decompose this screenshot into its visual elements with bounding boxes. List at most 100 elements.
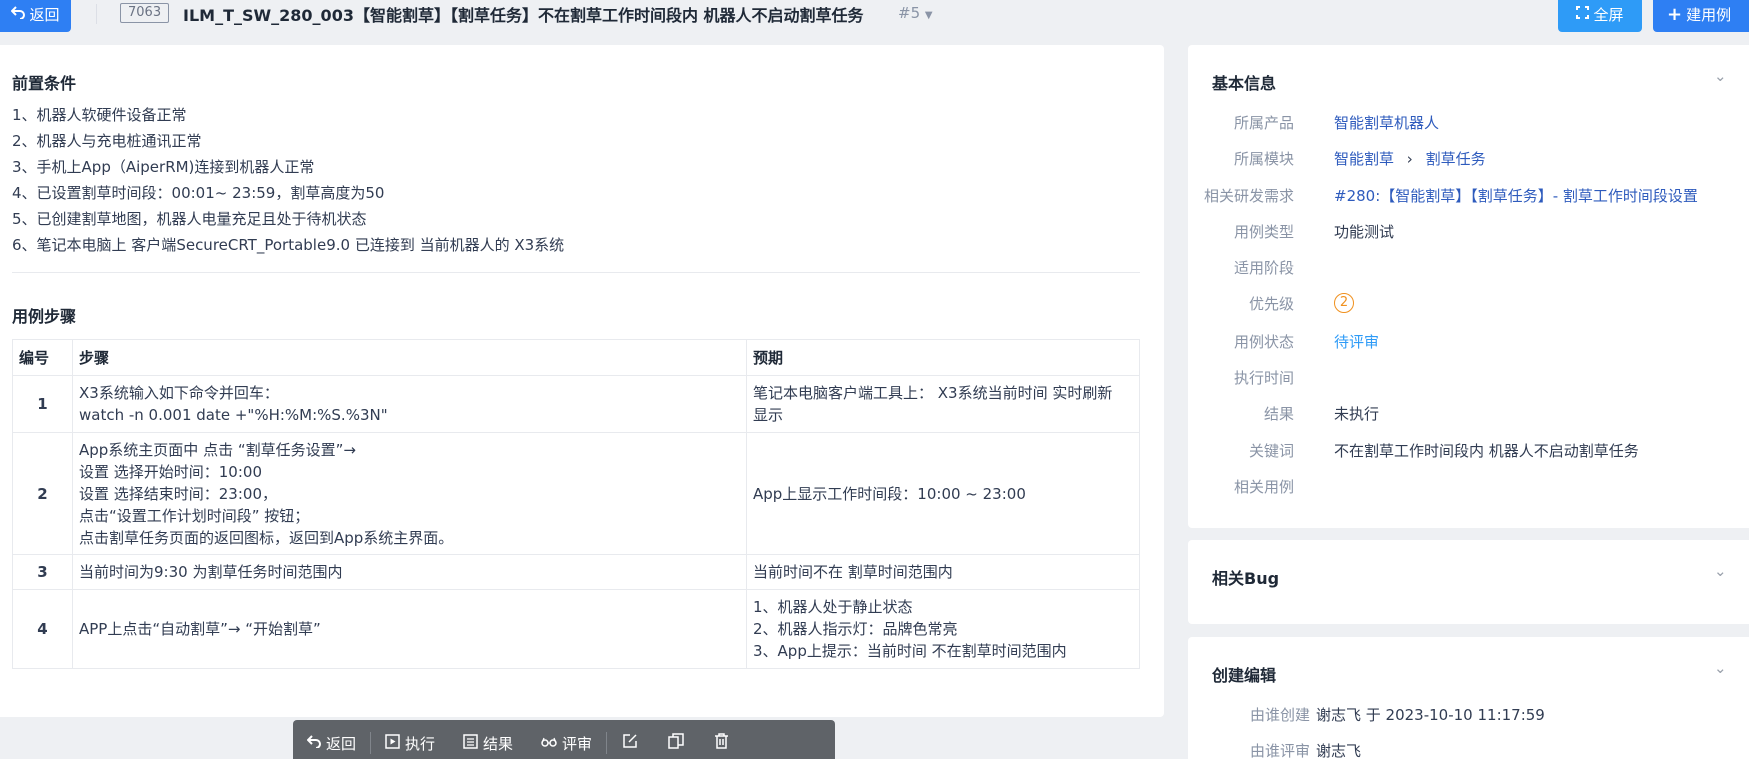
expect-line: 当前时间不在 割草时间范围内	[753, 563, 953, 581]
product-label: 所属产品	[1233, 114, 1294, 132]
created-by-label: 由谁创建	[1249, 706, 1310, 724]
col-header-num: 编号	[12, 339, 73, 376]
step-cell: App系统主页面中 点击 “割草任务设置”→ 设置 选择开始时间：10:00 设…	[72, 432, 747, 555]
module-label: 所属模块	[1233, 150, 1294, 168]
fullscreen-icon	[1576, 5, 1590, 23]
step-cell: X3系统输入如下命令并回车： watch -n 0.001 date +"%H:…	[72, 375, 747, 433]
steps-table: 编号 步骤 预期 1 X3系统输入如下命令并回车： watch -n 0.001…	[12, 339, 1140, 669]
keywords-value: 不在割草工作时间段内 机器人不启动割草任务	[1334, 442, 1639, 460]
back-arrow-icon	[11, 5, 26, 23]
new-case-button[interactable]: + 建用例	[1653, 0, 1749, 32]
main-panel: 前置条件 1、机器人软硬件设备正常 2、机器人与充电桩通讯正常 3、手机上App…	[0, 45, 1164, 717]
precondition-list: 1、机器人软硬件设备正常 2、机器人与充电桩通讯正常 3、手机上App（Aipe…	[12, 102, 564, 258]
execute-label: 执行	[405, 734, 436, 753]
list-icon	[463, 733, 478, 753]
precondition-item: 2、机器人与充电桩通讯正常	[12, 132, 202, 150]
step-num: 3	[12, 554, 73, 590]
delete-button[interactable]	[699, 720, 744, 759]
bottom-back-button[interactable]: 返回	[293, 720, 370, 759]
execute-button[interactable]: 执行	[371, 720, 449, 759]
expect-cell: 当前时间不在 割草时间范围内	[746, 554, 1140, 590]
step-cell: APP上点击“自动割草”→ “开始割草”	[72, 589, 747, 669]
priority-badge: 2	[1334, 292, 1354, 313]
caret-down-icon: ▼	[924, 10, 933, 21]
table-row: 2 App系统主页面中 点击 “割草任务设置”→ 设置 选择开始时间：10:00…	[12, 432, 1140, 555]
related-bug-title: 相关Bug	[1212, 569, 1280, 588]
step-line: watch -n 0.001 date +"%H:%M:%S.%3N"	[79, 406, 388, 424]
story-label: 相关研发需求	[1203, 187, 1294, 205]
edit-button[interactable]	[607, 720, 653, 759]
create-edit-card: 创建编辑 ⌄ 由谁创建 谢志飞 于 2023-10-10 11:17:59 由谁…	[1188, 637, 1749, 759]
create-edit-title: 创建编辑	[1212, 666, 1277, 685]
copy-button[interactable]	[653, 720, 699, 759]
table-row: 3 当前时间为9:30 为割草任务时间范围内 当前时间不在 割草时间范围内	[12, 554, 1140, 590]
divider	[96, 4, 97, 24]
reviewed-by-label: 由谁评审	[1249, 742, 1310, 759]
precondition-item: 1、机器人软硬件设备正常	[12, 106, 187, 124]
status-label: 用例状态	[1233, 333, 1294, 351]
step-num: 2	[12, 432, 73, 555]
type-value: 功能测试	[1334, 223, 1395, 241]
module-link[interactable]: 智能割草	[1334, 150, 1394, 168]
step-line: App系统主页面中 点击 “割草任务设置”→	[79, 440, 356, 459]
step-line: 设置 选择开始时间：10:00	[79, 462, 262, 481]
related-cases-label: 相关用例	[1233, 478, 1294, 496]
page-title: ILM_T_SW_280_003【智能割草】【割草任务】不在割草工作时间段内 机…	[183, 6, 864, 25]
reviewed-by-value: 谢志飞	[1316, 742, 1362, 759]
keywords-label: 关键词	[1248, 442, 1294, 460]
precondition-item: 4、已设置割草时间段：00:01~ 23:59，割草高度为50	[12, 184, 385, 202]
step-num: 4	[12, 589, 73, 669]
plus-icon: +	[1667, 3, 1683, 25]
col-header-expect: 预期	[746, 339, 1140, 376]
result-label: 结果	[483, 734, 514, 753]
col-header-step: 步骤	[72, 339, 747, 376]
edit-icon	[622, 733, 638, 753]
back-arrow-icon	[306, 734, 321, 752]
story-link[interactable]: #280:【智能割草】【割草任务】- 割草工作时间段设置	[1334, 185, 1698, 206]
table-row: 1 X3系统输入如下命令并回车： watch -n 0.001 date +"%…	[12, 375, 1140, 433]
expect-cell: 笔记本电脑客户端工具上： X3系统当前时间 实时刷新 显示	[746, 375, 1140, 433]
step-line: 点击割草任务页面的返回图标，返回到App系统主界面。	[79, 528, 454, 547]
review-button[interactable]: 评审	[527, 720, 606, 759]
chevron-down-icon[interactable]: ⌄	[1714, 67, 1727, 85]
submodule-link[interactable]: 割草任务	[1426, 150, 1486, 168]
case-id-badge: 7063	[120, 3, 170, 23]
new-case-label: 建用例	[1686, 5, 1732, 24]
basic-info-title: 基本信息	[1212, 74, 1277, 93]
result-label: 结果	[1263, 405, 1294, 423]
priority-value: 2	[1334, 292, 1354, 313]
priority-label: 优先级	[1248, 295, 1294, 313]
chevron-down-icon[interactable]: ⌄	[1714, 562, 1727, 580]
bottom-back-label: 返回	[326, 734, 357, 753]
module-path: 智能割草 › 割草任务	[1334, 148, 1486, 169]
result-button[interactable]: 结果	[449, 720, 527, 759]
fullscreen-button[interactable]: 全屏	[1558, 0, 1642, 32]
copy-icon	[668, 733, 684, 753]
top-bar: 返回 7063 ILM_T_SW_280_003【智能割草】【割草任务】不在割草…	[0, 0, 1749, 36]
expect-line: 2、机器人指示灯：品牌色常亮	[753, 620, 958, 638]
steps-title: 用例步骤	[12, 307, 77, 326]
precondition-item: 6、笔记本电脑上 客户端SecureCRT_Portable9.0 已连接到 当…	[12, 236, 565, 254]
result-value: 未执行	[1334, 405, 1380, 423]
fullscreen-label: 全屏	[1593, 5, 1624, 24]
action-bar: 返回 执行 结果 评审	[293, 720, 835, 759]
stage-label: 适用阶段	[1233, 259, 1294, 277]
table-header-row: 编号 步骤 预期	[12, 339, 1140, 376]
basic-info-card: 基本信息 ⌄ 所属产品 智能割草机器人 所属模块 智能割草 › 割草任务 相关研…	[1188, 45, 1749, 528]
expect-line: 1、机器人处于静止状态	[753, 598, 913, 616]
type-label: 用例类型	[1233, 223, 1294, 241]
expect-line: App上显示工作时间段：10:00 ~ 23:00	[753, 484, 1026, 503]
chevron-down-icon[interactable]: ⌄	[1714, 659, 1727, 677]
product-link[interactable]: 智能割草机器人	[1334, 112, 1439, 133]
version-dropdown[interactable]: #5 ▼	[898, 4, 933, 22]
glasses-icon	[541, 734, 557, 752]
step-num: 1	[12, 375, 73, 433]
step-line: 设置 选择结束时间：23:00，	[79, 484, 277, 503]
step-line: X3系统输入如下命令并回车：	[79, 384, 279, 402]
related-bug-card: 相关Bug ⌄	[1188, 540, 1749, 624]
chevron-right-icon: ›	[1406, 150, 1413, 168]
precondition-item: 3、手机上App（AiperRM)连接到机器人正常	[12, 158, 315, 176]
version-label: #5	[898, 4, 921, 22]
precondition-title: 前置条件	[12, 74, 77, 93]
back-button[interactable]: 返回	[0, 0, 71, 32]
